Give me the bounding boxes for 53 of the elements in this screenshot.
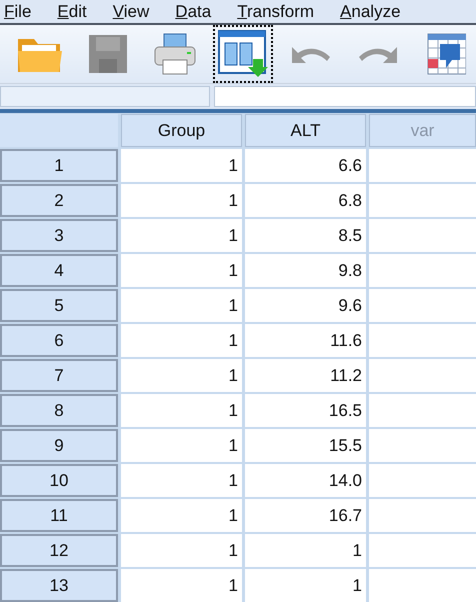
row-number[interactable]: 7 [0, 359, 118, 392]
row-number[interactable]: 8 [0, 394, 118, 427]
table-cell: 11.2 [245, 359, 366, 392]
row-number[interactable]: 12 [0, 534, 118, 567]
table-cell: 1 [121, 499, 242, 532]
table-cell: 6.6 [245, 149, 366, 182]
table-cell: 9.8 [245, 254, 366, 287]
table-cell: 8.5 [245, 219, 366, 252]
menu-item[interactable]: Transform [237, 2, 314, 22]
row-number[interactable]: 2 [0, 184, 118, 217]
row-number[interactable]: 11 [0, 499, 118, 532]
row-number[interactable]: 3 [0, 219, 118, 252]
row-number[interactable]: 6 [0, 324, 118, 357]
table-cell: 1 [121, 359, 242, 392]
column-header[interactable]: Group [121, 114, 242, 147]
table-cell: 1 [121, 289, 242, 322]
column-header[interactable]: ALT [245, 114, 366, 147]
table-cell: 1 [245, 569, 366, 602]
table-cell: 1 [121, 534, 242, 567]
table-cell: 15.5 [245, 429, 366, 462]
toolbar-button[interactable] [213, 25, 273, 84]
table-cell: 9.6 [245, 289, 366, 322]
table-cell: 1 [121, 184, 242, 217]
table-cell: 1 [121, 569, 242, 602]
table-cell: 16.5 [245, 394, 366, 427]
table-cell: 1 [121, 219, 242, 252]
menu-item[interactable]: Analyze [340, 2, 401, 22]
table-cell: 16.7 [245, 499, 366, 532]
table-cell: 11.6 [245, 324, 366, 357]
dialog-recall-icon [217, 29, 270, 80]
menu-item[interactable]: View [112, 2, 150, 22]
printer-icon [153, 32, 198, 76]
row-number[interactable]: 9 [0, 429, 118, 462]
table-cell: 1 [245, 534, 366, 567]
table-cell: 1 [121, 464, 242, 497]
row-number[interactable]: 13 [0, 569, 118, 602]
menu-item[interactable]: Edit [57, 2, 87, 22]
row-number[interactable]: 10 [0, 464, 118, 497]
cell-reference-field[interactable] [0, 86, 210, 107]
row-number[interactable]: 1 [0, 149, 118, 182]
table-cell: 1 [121, 149, 242, 182]
cell-editor-field[interactable] [214, 86, 476, 107]
table-cell: 1 [121, 324, 242, 357]
table-cell: 1 [121, 429, 242, 462]
row-number[interactable]: 5 [0, 289, 118, 322]
table-cell: 6.8 [245, 184, 366, 217]
go-to-case-icon [426, 32, 466, 76]
table-cell: 1 [121, 254, 242, 287]
menu-item[interactable]: Data [175, 2, 212, 22]
table-cell: 14.0 [245, 464, 366, 497]
menu-item[interactable]: File [4, 2, 32, 22]
table-cell: 1 [121, 394, 242, 427]
row-number[interactable]: 4 [0, 254, 118, 287]
